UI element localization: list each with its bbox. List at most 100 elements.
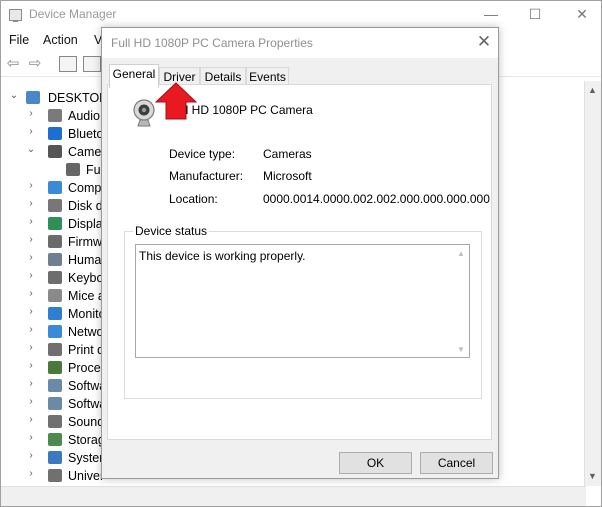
- device-category-icon: [48, 451, 62, 464]
- expand-chevron-icon[interactable]: ›: [26, 450, 36, 461]
- properties-toolbar-icon[interactable]: [59, 56, 77, 72]
- expand-chevron-icon[interactable]: ›: [26, 468, 36, 479]
- device-manager-icon: [9, 9, 22, 22]
- expand-chevron-icon[interactable]: ›: [26, 126, 36, 137]
- scroll-down-icon[interactable]: ▼: [588, 471, 597, 481]
- expand-chevron-icon[interactable]: ›: [26, 306, 36, 317]
- tree-item-label: Sound: [68, 415, 105, 429]
- tree-item[interactable]: › Softwa: [1, 395, 111, 413]
- tree-item-label: Storag: [68, 433, 105, 447]
- tree-item-label: Camer: [68, 145, 106, 159]
- tree-item[interactable]: › Univer: [1, 467, 111, 485]
- scroll-up-icon[interactable]: ▲: [588, 85, 597, 95]
- tree-item-label: Print q: [68, 343, 105, 357]
- computer-icon: [26, 91, 40, 104]
- dialog-titlebar: Full HD 1080P PC Camera Properties ✕: [102, 28, 498, 58]
- expand-chevron-icon[interactable]: ›: [26, 288, 36, 299]
- expand-chevron-icon[interactable]: ›: [26, 234, 36, 245]
- tree-item-label: Mice a: [68, 289, 105, 303]
- device-category-icon: [48, 415, 62, 428]
- cancel-button[interactable]: Cancel: [420, 452, 493, 474]
- maximize-button[interactable]: ☐: [525, 5, 545, 23]
- expand-chevron-icon[interactable]: ›: [26, 342, 36, 353]
- tree-item[interactable]: › Human: [1, 251, 111, 269]
- webcam-icon: [133, 99, 155, 127]
- status-scroll-up-icon[interactable]: ▲: [457, 249, 465, 258]
- expand-chevron-icon[interactable]: ›: [26, 270, 36, 281]
- tree-item-label: Blueto: [68, 127, 104, 141]
- tab-general[interactable]: General: [109, 64, 159, 88]
- tree-item-label: Audio: [68, 109, 100, 123]
- tree-item[interactable]: › Sound: [1, 413, 111, 431]
- device-category-icon: [48, 343, 62, 356]
- collapse-chevron-icon[interactable]: ⌄: [26, 144, 36, 155]
- tree-root[interactable]: ⌄ DESKTOP-: [1, 89, 111, 107]
- tree-item[interactable]: › System: [1, 449, 111, 467]
- expand-chevron-icon[interactable]: ›: [26, 180, 36, 191]
- device-category-icon: [48, 109, 62, 122]
- expand-chevron-icon[interactable]: ›: [26, 108, 36, 119]
- dialog-title: Full HD 1080P PC Camera Properties: [111, 36, 313, 50]
- tree-item[interactable]: › Print q: [1, 341, 111, 359]
- tree-item[interactable]: › Compu: [1, 179, 111, 197]
- ok-button[interactable]: OK: [339, 452, 412, 474]
- tree-item[interactable]: › Mice a: [1, 287, 111, 305]
- manufacturer-label: Manufacturer:: [169, 169, 244, 183]
- status-scrollbar[interactable]: ▲ ▼: [453, 245, 469, 357]
- vertical-scrollbar[interactable]: ▲ ▼: [584, 81, 601, 486]
- menu-file[interactable]: File: [9, 33, 29, 47]
- help-toolbar-icon[interactable]: [83, 56, 101, 72]
- device-status-legend: Device status: [133, 224, 210, 238]
- device-category-icon: [48, 469, 62, 482]
- tree-item[interactable]: › Firmwa: [1, 233, 111, 251]
- device-status-textbox[interactable]: This device is working properly. ▲ ▼: [135, 244, 470, 358]
- horizontal-scrollbar[interactable]: [1, 486, 586, 506]
- tree-item[interactable]: ⌄ Camer: [1, 143, 111, 161]
- expand-chevron-icon[interactable]: ›: [26, 360, 36, 371]
- device-category-icon: [66, 163, 80, 176]
- tree-item[interactable]: Full: [1, 161, 111, 179]
- expand-chevron-icon[interactable]: ›: [26, 198, 36, 209]
- tree-item[interactable]: › Blueto: [1, 125, 111, 143]
- device-category-icon: [48, 433, 62, 446]
- tree-item[interactable]: › Netwo: [1, 323, 111, 341]
- expand-chevron-icon[interactable]: ›: [26, 432, 36, 443]
- tree-item[interactable]: › Storag: [1, 431, 111, 449]
- tree-item[interactable]: › Monito: [1, 305, 111, 323]
- device-type-value: Cameras: [263, 147, 312, 161]
- status-scroll-down-icon[interactable]: ▼: [457, 345, 465, 354]
- tree-item[interactable]: › Softwa: [1, 377, 111, 395]
- collapse-chevron-icon[interactable]: ⌄: [9, 90, 19, 101]
- device-category-icon: [48, 181, 62, 194]
- tree-item[interactable]: › Disk dr: [1, 197, 111, 215]
- device-category-icon: [48, 307, 62, 320]
- device-status-group: Device status This device is working pro…: [124, 224, 482, 399]
- tree-item[interactable]: › Audio: [1, 107, 111, 125]
- device-status-text: This device is working properly.: [139, 249, 306, 263]
- device-category-icon: [48, 325, 62, 338]
- location-label: Location:: [169, 192, 218, 206]
- device-category-icon: [48, 289, 62, 302]
- dialog-close-icon[interactable]: ✕: [474, 33, 494, 53]
- tree-item[interactable]: › Keyboa: [1, 269, 111, 287]
- tree-item-label: Monito: [68, 307, 106, 321]
- minimize-button[interactable]: —: [481, 5, 501, 23]
- expand-chevron-icon[interactable]: ›: [26, 414, 36, 425]
- close-button[interactable]: ✕: [572, 5, 592, 23]
- device-category-icon: [48, 397, 62, 410]
- tree-item[interactable]: › Proces: [1, 359, 111, 377]
- expand-chevron-icon[interactable]: ›: [26, 396, 36, 407]
- device-category-icon: [48, 145, 62, 158]
- device-category-icon: [48, 253, 62, 266]
- forward-arrow-icon[interactable]: ⇨: [26, 56, 44, 72]
- device-manager-titlebar: Device Manager — ☐ ✕: [1, 1, 601, 29]
- tree-item[interactable]: › Display: [1, 215, 111, 233]
- expand-chevron-icon[interactable]: ›: [26, 216, 36, 227]
- location-value: 0000.0014.0000.002.002.000.000.000.000: [263, 192, 490, 206]
- expand-chevron-icon[interactable]: ›: [26, 252, 36, 263]
- device-type-label: Device type:: [169, 147, 236, 161]
- back-arrow-icon[interactable]: ⇦: [4, 56, 22, 72]
- menu-action[interactable]: Action: [43, 33, 78, 47]
- expand-chevron-icon[interactable]: ›: [26, 324, 36, 335]
- expand-chevron-icon[interactable]: ›: [26, 378, 36, 389]
